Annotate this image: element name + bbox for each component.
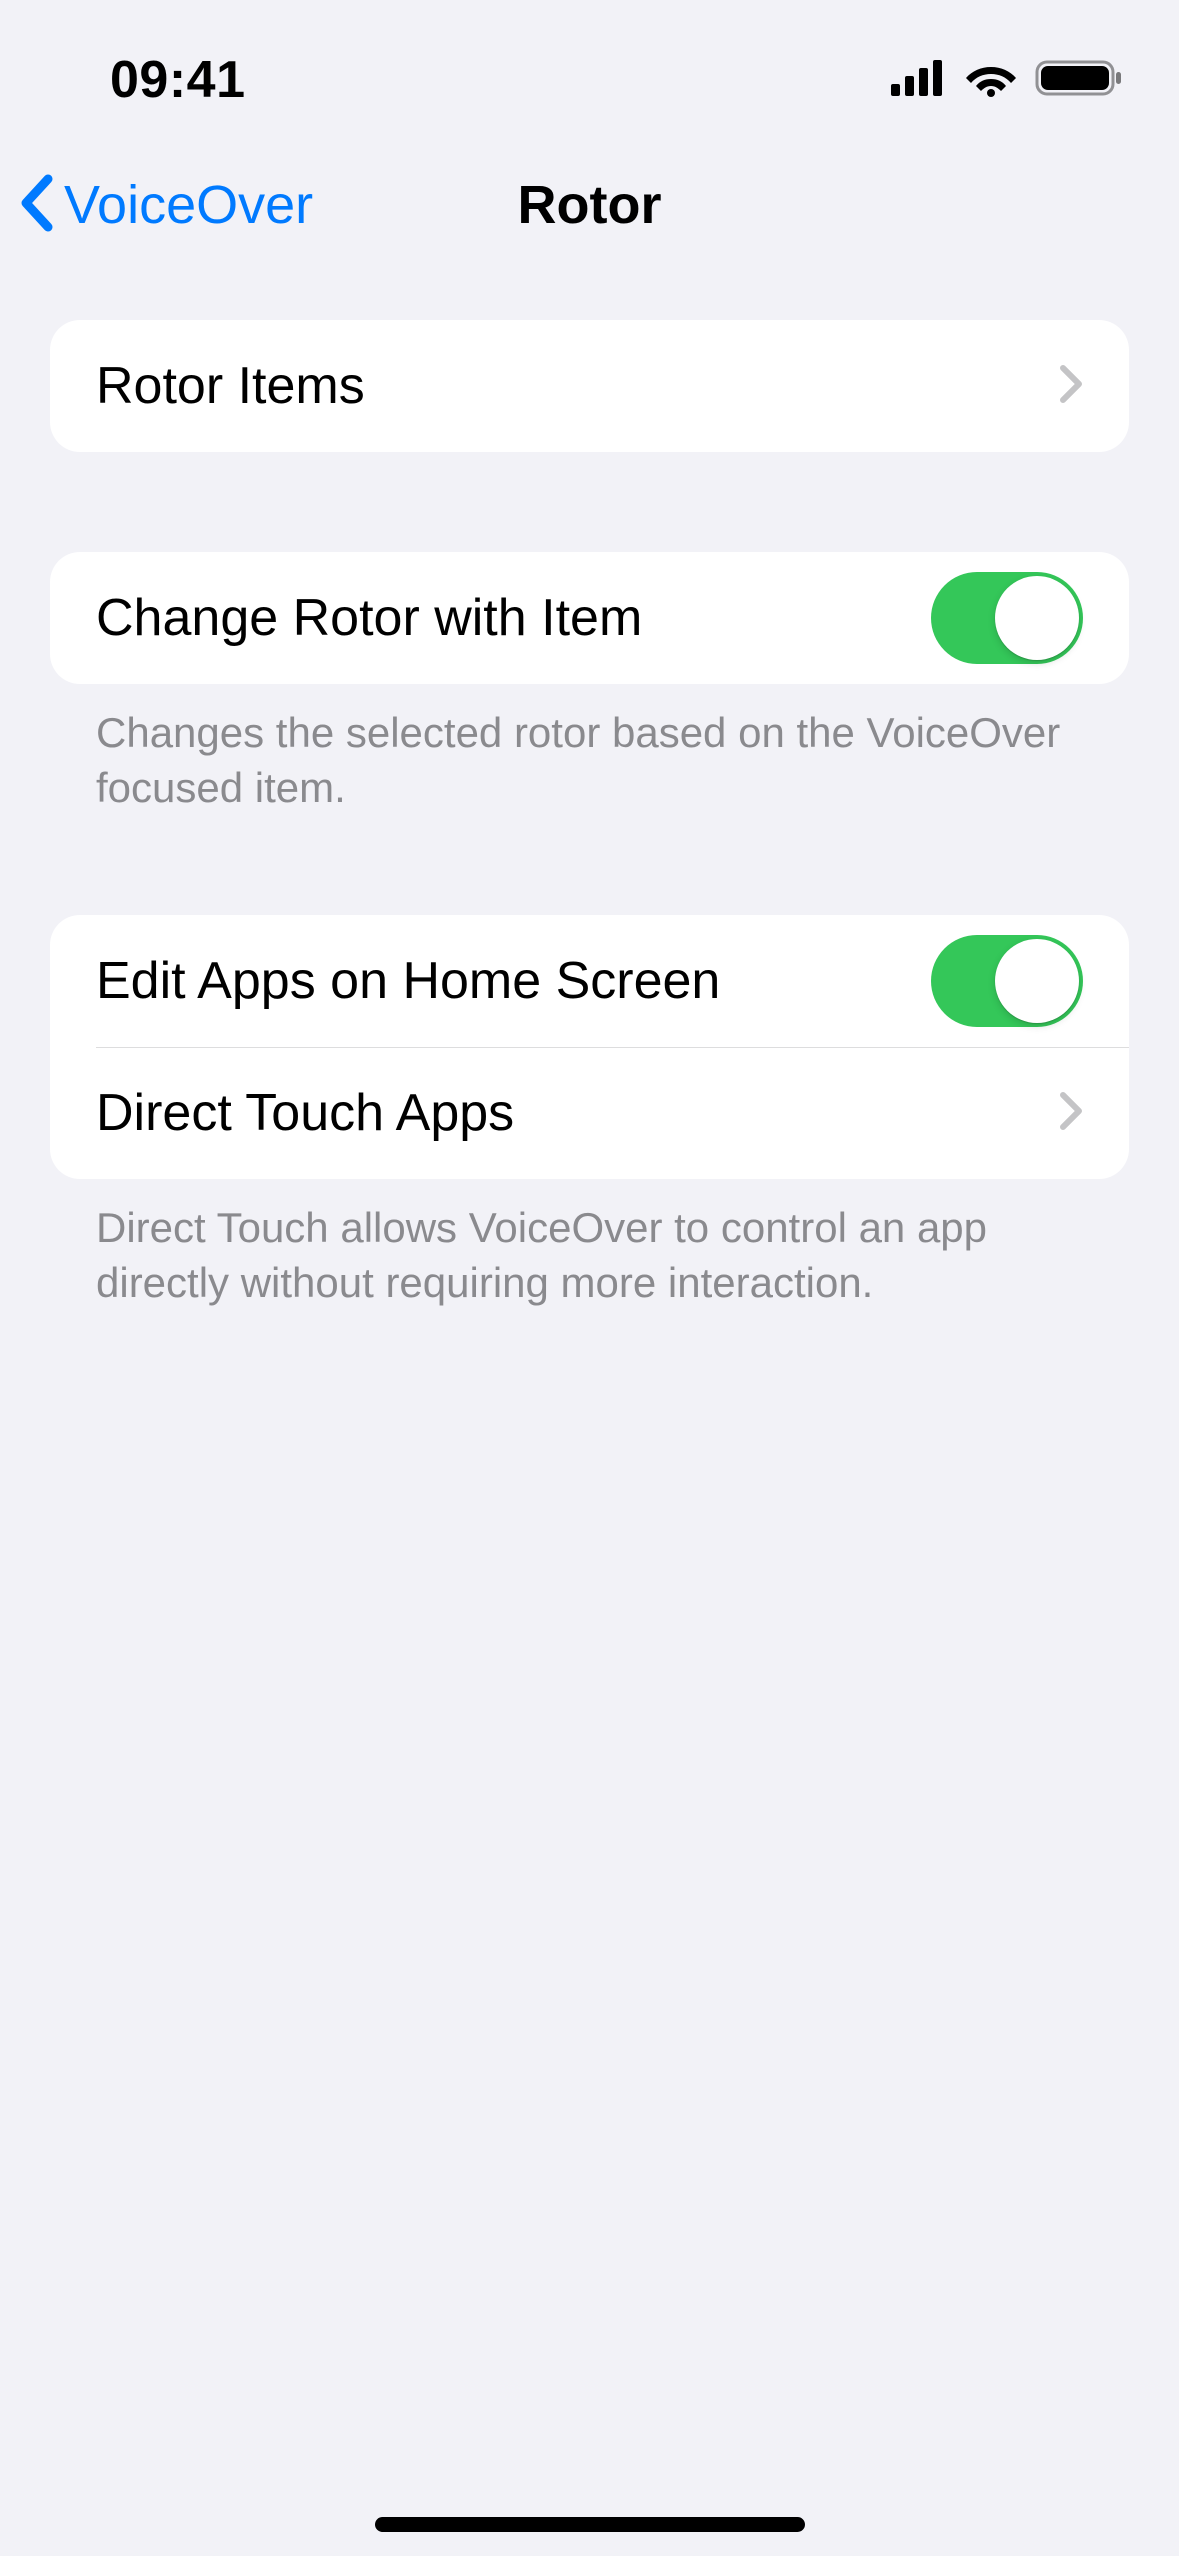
cellular-icon	[891, 60, 947, 101]
row-label: Change Rotor with Item	[96, 588, 931, 648]
wifi-icon	[965, 59, 1017, 102]
home-indicator[interactable]	[375, 2517, 805, 2532]
content: Rotor Items Change Rotor with Item Chang…	[0, 270, 1179, 1310]
edit-apps-row: Edit Apps on Home Screen	[50, 915, 1129, 1047]
row-label: Direct Touch Apps	[96, 1083, 1059, 1143]
toggle-knob	[995, 576, 1079, 660]
battery-icon	[1035, 58, 1123, 103]
status-icons	[891, 38, 1123, 103]
edit-apps-toggle[interactable]	[931, 935, 1083, 1027]
back-button-label: VoiceOver	[64, 174, 313, 236]
status-time: 09:41	[0, 30, 246, 110]
toggle-knob	[995, 939, 1079, 1023]
row-label: Rotor Items	[96, 356, 1059, 416]
group-spacer	[50, 452, 1129, 552]
group-footer: Direct Touch allows VoiceOver to control…	[50, 1179, 1129, 1310]
navigation-bar: VoiceOver Rotor	[0, 140, 1179, 270]
page-title: Rotor	[518, 174, 662, 236]
back-button[interactable]: VoiceOver	[18, 173, 313, 238]
chevron-right-icon	[1059, 1091, 1083, 1136]
settings-group: Change Rotor with Item	[50, 552, 1129, 684]
settings-group: Rotor Items	[50, 320, 1129, 452]
change-rotor-with-item-row: Change Rotor with Item	[50, 552, 1129, 684]
status-bar: 09:41	[0, 0, 1179, 140]
direct-touch-apps-row[interactable]: Direct Touch Apps	[50, 1047, 1129, 1179]
change-rotor-toggle[interactable]	[931, 572, 1083, 664]
rotor-items-row[interactable]: Rotor Items	[50, 320, 1129, 452]
chevron-right-icon	[1059, 364, 1083, 409]
group-footer: Changes the selected rotor based on the …	[50, 684, 1129, 815]
settings-group: Edit Apps on Home Screen Direct Touch Ap…	[50, 915, 1129, 1179]
chevron-left-icon	[18, 173, 58, 238]
group-spacer	[50, 815, 1129, 915]
row-label: Edit Apps on Home Screen	[96, 951, 931, 1011]
